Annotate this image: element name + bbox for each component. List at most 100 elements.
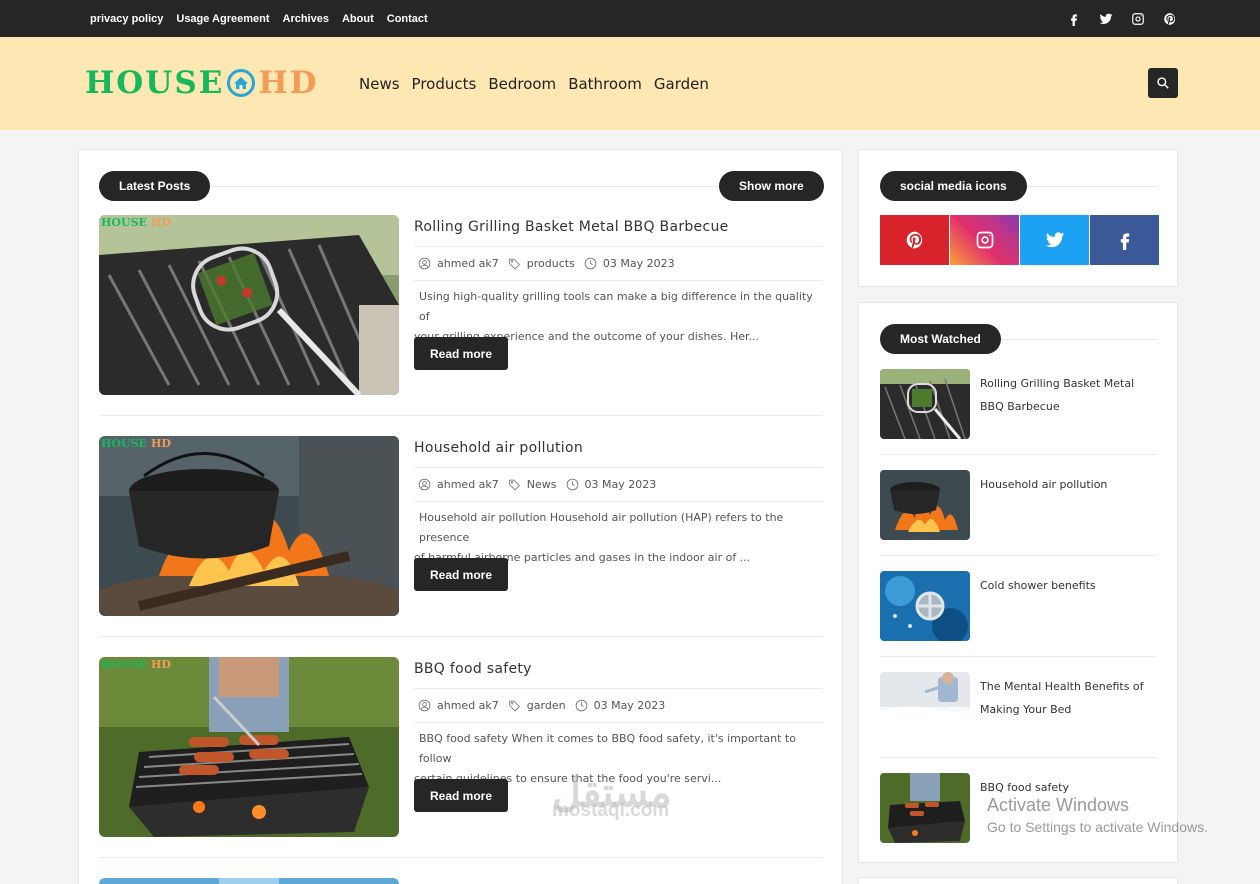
most-watched-title-text[interactable]: Household air pollution <box>980 473 1150 496</box>
clock-icon <box>575 699 587 712</box>
nav-item-products[interactable]: Products <box>412 75 477 93</box>
most-watched-header: Most Watched <box>880 324 1001 354</box>
post-title[interactable]: BBQ food safety <box>414 661 532 677</box>
most-watched-title-text[interactable]: The Mental Health Benefits of Making You… <box>980 675 1150 721</box>
item-divider <box>880 555 1157 556</box>
nav-item-bathroom[interactable]: Bathroom <box>568 75 642 93</box>
most-watched-item[interactable]: Rolling Grilling Basket Metal BBQ Barbec… <box>880 369 1157 439</box>
post-date: 03 May 2023 <box>575 699 665 712</box>
mostaql-watermark: مستقل mostaql.com <box>552 771 672 821</box>
post-author[interactable]: ahmed ak7 <box>418 478 499 491</box>
facebook-icon <box>1120 233 1129 250</box>
activate-windows-notice: Activate Windows Go to Settings to activ… <box>987 795 1208 835</box>
most-watched-thumbnail[interactable] <box>880 369 970 439</box>
pinterest-button[interactable] <box>880 215 949 265</box>
most-watched-thumbnail[interactable] <box>880 571 970 641</box>
twitter-icon <box>1045 232 1064 248</box>
most-watched-thumbnail[interactable] <box>880 672 970 742</box>
contact-link[interactable]: Contact <box>387 13 428 25</box>
logo-text-right: HD <box>258 65 319 101</box>
twitter-button[interactable] <box>1020 215 1089 265</box>
user-icon <box>418 699 431 712</box>
clock-icon <box>566 478 578 491</box>
most-watched-item[interactable]: The Mental Health Benefits of Making You… <box>880 672 1157 742</box>
clock-icon <box>584 257 597 270</box>
svg-text:HOUSE: HOUSE <box>101 437 147 450</box>
pinterest-icon[interactable] <box>1162 11 1178 27</box>
svg-text:HOUSE: HOUSE <box>101 216 147 229</box>
latest-posts-header: Latest Posts <box>99 171 211 201</box>
svg-text:HD: HD <box>151 437 171 450</box>
post-tag[interactable]: garden <box>508 699 566 712</box>
most-watched-title-text[interactable]: Rolling Grilling Basket Metal BBQ Barbec… <box>980 372 1150 418</box>
post-thumbnail-bbq-sausages[interactable]: HOUSE HD <box>99 657 399 837</box>
post-thumbnail-fire-pot[interactable]: HOUSE HD <box>99 436 399 616</box>
facebook-button[interactable] <box>1090 215 1159 265</box>
show-more-wrapper: Show more <box>719 171 824 201</box>
twitter-icon[interactable] <box>1098 11 1114 27</box>
site-header: HOUSE HD News Products Bedroom Bathroom … <box>0 37 1260 130</box>
post-author[interactable]: ahmed ak7 <box>418 699 499 712</box>
top-social-icons <box>1050 0 1178 37</box>
most-watched-title: Most Watched <box>880 324 1001 354</box>
post-tag[interactable]: products <box>508 257 575 270</box>
post-title[interactable]: Household air pollution <box>414 440 583 456</box>
search-button[interactable] <box>1148 68 1178 98</box>
post-author[interactable]: ahmed ak7 <box>418 257 499 270</box>
latest-posts-section: Latest Posts Show more HOUSE HD Rolling … <box>78 149 843 884</box>
read-more-button[interactable]: Read more <box>414 337 508 370</box>
svg-text:HD: HD <box>151 216 171 229</box>
post-tag[interactable]: News <box>508 478 557 491</box>
tag-icon <box>509 479 520 491</box>
show-more-button[interactable]: Show more <box>719 171 824 201</box>
social-widget-title: social media icons <box>880 171 1027 201</box>
nav-item-garden[interactable]: Garden <box>654 75 709 93</box>
nav-item-bedroom[interactable]: Bedroom <box>488 75 556 93</box>
post-card <box>99 878 823 884</box>
item-divider <box>880 454 1157 455</box>
most-watched-item[interactable]: Cold shower benefits <box>880 571 1157 641</box>
archives-link[interactable]: Archives <box>283 13 329 25</box>
search-icon <box>1157 77 1169 89</box>
most-watched-item[interactable]: Household air pollution <box>880 470 1157 540</box>
post-title[interactable]: Rolling Grilling Basket Metal BBQ Barbec… <box>414 219 729 235</box>
post-divider <box>99 415 823 416</box>
top-links: privacy policy Usage Agreement Archives … <box>90 0 441 37</box>
post-card: HOUSE HD Household air pollution ahmed a… <box>99 436 823 616</box>
most-watched-widget: Most Watched Rolling Grilling Basket Met… <box>858 302 1178 863</box>
post-card: HOUSE HD Rolling Grilling Basket Metal B… <box>99 215 823 395</box>
post-meta: ahmed ak7 products 03 May 2023 <box>414 246 823 281</box>
site-logo[interactable]: HOUSE HD <box>85 65 319 101</box>
most-watched-title-text[interactable]: Cold shower benefits <box>980 574 1150 597</box>
pinterest-icon <box>906 231 922 249</box>
privacy-policy-link[interactable]: privacy policy <box>90 13 163 25</box>
read-more-button[interactable]: Read more <box>414 558 508 591</box>
post-meta: ahmed ak7 News 03 May 2023 <box>414 467 823 502</box>
post-card: HOUSE HD BBQ food safety ahmed ak7 garde… <box>99 657 823 837</box>
nav-item-news[interactable]: News <box>359 75 400 93</box>
post-date: 03 May 2023 <box>584 257 675 270</box>
most-watched-thumbnail[interactable] <box>880 470 970 540</box>
latest-posts-title: Latest Posts <box>99 171 211 201</box>
social-widget-header: social media icons <box>880 171 1027 201</box>
usage-agreement-link[interactable]: Usage Agreement <box>176 13 269 25</box>
most-watched-thumbnail[interactable] <box>880 773 970 843</box>
tag-icon <box>509 700 520 712</box>
facebook-icon[interactable] <box>1066 11 1082 27</box>
post-meta: ahmed ak7 garden 03 May 2023 <box>414 688 823 723</box>
read-more-button[interactable]: Read more <box>414 779 508 812</box>
instagram-icon[interactable] <box>1130 11 1146 27</box>
post-thumbnail-partial[interactable] <box>99 878 399 884</box>
social-buttons <box>880 215 1160 265</box>
top-bar: privacy policy Usage Agreement Archives … <box>0 0 1260 37</box>
post-divider <box>99 857 823 858</box>
social-media-widget: social media icons <box>858 149 1178 287</box>
instagram-button[interactable] <box>950 215 1019 265</box>
house-logo-icon <box>227 69 256 97</box>
logo-text-left: HOUSE <box>85 65 225 101</box>
post-thumbnail-grill-basket[interactable]: HOUSE HD <box>99 215 399 395</box>
about-link[interactable]: About <box>342 13 374 25</box>
user-icon <box>418 257 431 270</box>
tag-icon <box>509 258 520 270</box>
svg-text:HOUSE: HOUSE <box>101 658 147 671</box>
